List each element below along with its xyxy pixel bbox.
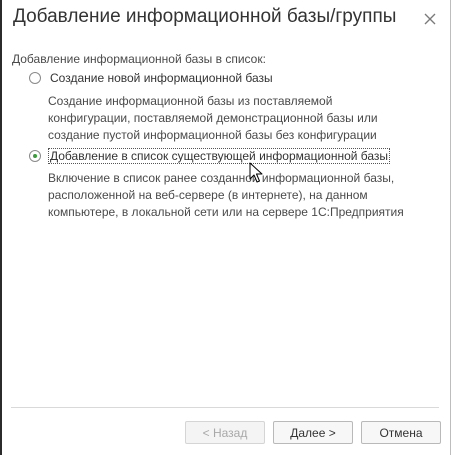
add-infobase-dialog: Добавление информационной базы/группы До… bbox=[0, 0, 451, 455]
description-line: компьютере, в локальной сети или на серв… bbox=[48, 205, 404, 219]
radio-label-add-existing[interactable]: Добавление в список существующей информа… bbox=[47, 148, 391, 164]
description-line: Создание информационной базы из поставля… bbox=[48, 94, 333, 108]
description-line: расположенной на веб-сервере (в интернет… bbox=[48, 188, 368, 202]
close-icon bbox=[424, 13, 436, 25]
cancel-button[interactable]: Отмена bbox=[361, 421, 441, 444]
radio-button-checked[interactable] bbox=[29, 150, 41, 162]
footer-divider bbox=[11, 407, 439, 408]
radio-add-existing-infobase[interactable]: Добавление в список существующей информа… bbox=[29, 147, 391, 165]
section-label: Добавление информационной базы в список: bbox=[12, 52, 266, 66]
mouse-cursor-icon bbox=[249, 162, 263, 183]
description-line: создание пустой информационной базы без … bbox=[48, 128, 377, 142]
option-description-add-existing: Включение в список ранее созданной инфор… bbox=[48, 170, 443, 221]
back-button[interactable]: < Назад bbox=[185, 421, 265, 444]
window-edge-left bbox=[0, 0, 2, 455]
description-line: конфигурации, поставляемой демонстрацион… bbox=[48, 111, 378, 125]
option-description-create-new: Создание информационной базы из поставля… bbox=[48, 93, 443, 144]
close-button[interactable] bbox=[420, 9, 440, 29]
radio-label-create-new[interactable]: Создание новой информационной базы bbox=[49, 71, 274, 85]
radio-create-new-infobase[interactable]: Создание новой информационной базы bbox=[29, 69, 274, 87]
dialog-title: Добавление информационной базы/группы bbox=[13, 6, 397, 27]
radio-button-unchecked[interactable] bbox=[29, 72, 41, 84]
description-line: Включение в список ранее созданной инфор… bbox=[48, 171, 395, 185]
next-button[interactable]: Далее > bbox=[273, 421, 353, 444]
